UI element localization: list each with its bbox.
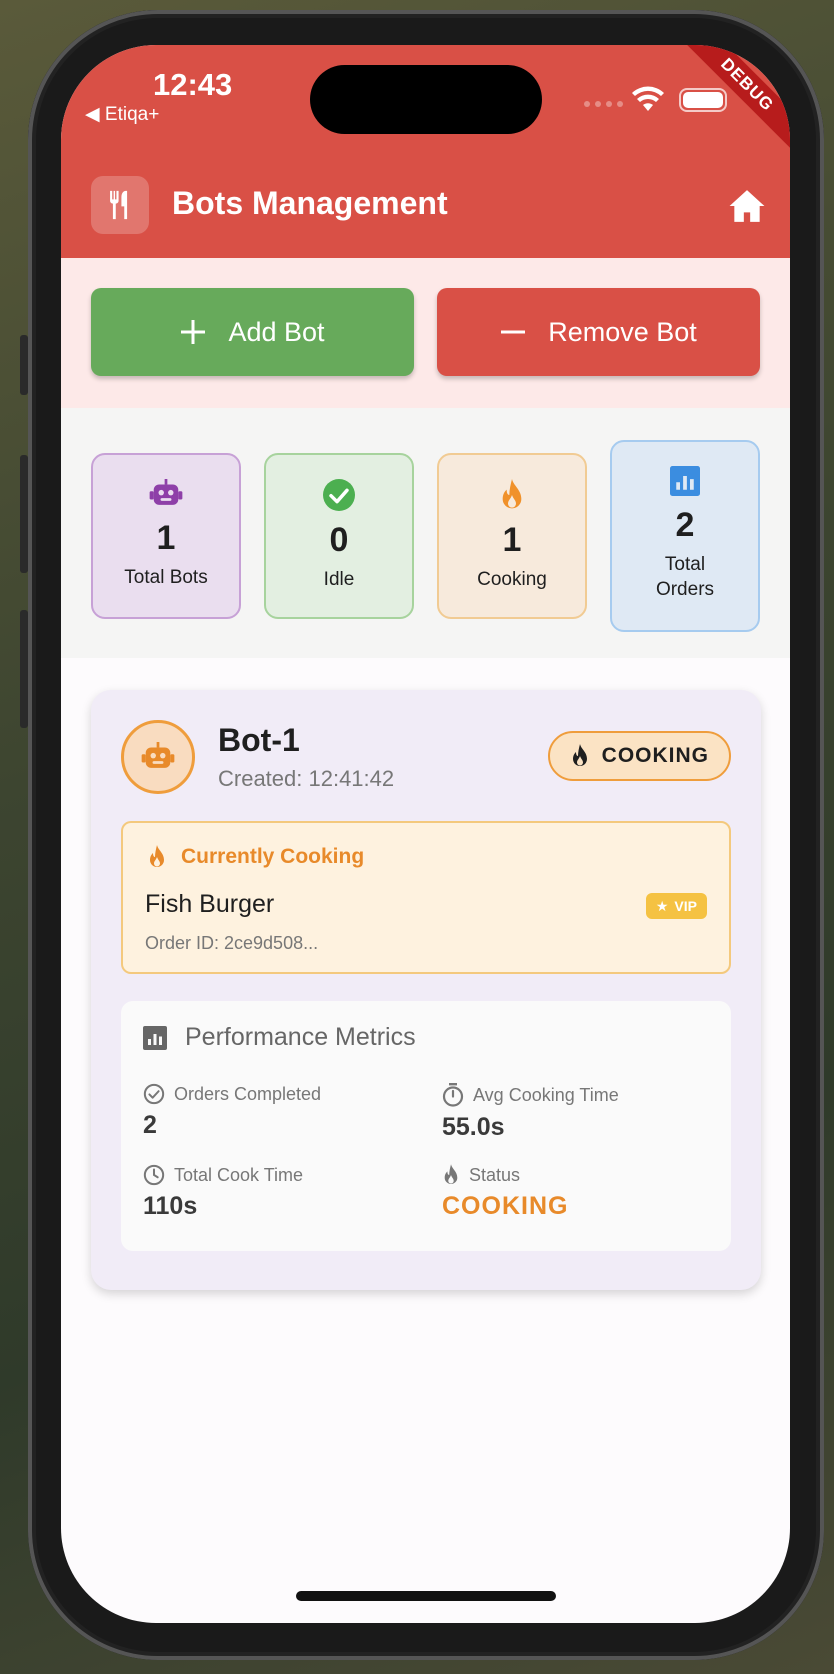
status-time: 12:43 bbox=[153, 67, 233, 102]
bot-created-time: Created: 12:41:42 bbox=[218, 766, 395, 791]
vip-badge-text: VIP bbox=[674, 898, 697, 914]
stat-label: Cooking bbox=[477, 569, 547, 590]
phone-side-button bbox=[20, 335, 28, 395]
stats-summary: 1 Total Bots 0 Idle 1 Cooking 2 Total Or… bbox=[61, 408, 790, 658]
metric-label: Avg Cooking Time bbox=[473, 1084, 619, 1105]
add-bot-button[interactable]: Add Bot bbox=[91, 288, 414, 376]
performance-metrics-panel: Performance Metrics Orders Completed 2 A… bbox=[121, 1001, 731, 1251]
metrics-heading-text: Performance Metrics bbox=[185, 1023, 416, 1051]
metric-avg-cooking-time: Avg Cooking Time 55.0s bbox=[442, 1083, 619, 1142]
fire-icon bbox=[444, 1164, 458, 1184]
stat-idle: 0 Idle bbox=[264, 453, 414, 619]
star-icon: ★ bbox=[655, 897, 669, 914]
stat-value: 2 bbox=[675, 506, 695, 544]
action-bar: Add Bot Remove Bot bbox=[61, 258, 790, 408]
stat-value: 1 bbox=[502, 521, 522, 559]
page-title: Bots Management bbox=[172, 185, 448, 221]
robot-icon bbox=[149, 479, 183, 505]
metric-value: COOKING bbox=[442, 1192, 569, 1220]
phone-volume-up bbox=[20, 455, 28, 573]
metric-orders-completed: Orders Completed 2 bbox=[143, 1083, 321, 1140]
stat-value: 1 bbox=[156, 519, 176, 557]
stat-cooking: 1 Cooking bbox=[437, 453, 587, 619]
metric-status: Status COOKING bbox=[442, 1164, 568, 1221]
back-to-app-link[interactable]: ◀ Etiqa+ bbox=[85, 103, 159, 126]
bot-avatar bbox=[121, 720, 195, 794]
metric-value: 2 bbox=[143, 1111, 157, 1139]
stat-label: Idle bbox=[323, 569, 355, 590]
home-icon[interactable] bbox=[728, 188, 766, 224]
current-order-heading-text: Currently Cooking bbox=[181, 845, 365, 868]
remove-bot-label: Remove Bot bbox=[548, 316, 697, 347]
check-circle-outline-icon bbox=[143, 1083, 165, 1105]
stat-total-bots: 1 Total Bots bbox=[91, 453, 241, 619]
bot-status-badge: COOKING bbox=[547, 731, 731, 781]
minus-icon bbox=[501, 330, 526, 334]
stat-label: Total Bots bbox=[124, 567, 208, 588]
battery-icon bbox=[679, 88, 727, 112]
metrics-heading: Performance Metrics bbox=[143, 1023, 416, 1052]
fire-icon bbox=[502, 479, 522, 509]
vip-badge: ★ VIP bbox=[645, 893, 707, 919]
plus-icon bbox=[181, 320, 206, 344]
signal-icon bbox=[584, 101, 623, 107]
metric-label: Orders Completed bbox=[174, 1083, 322, 1104]
metric-value: 55.0s bbox=[442, 1113, 505, 1141]
current-order-id: Order ID: 2ce9d508... bbox=[145, 933, 319, 953]
metric-value: 110s bbox=[143, 1192, 198, 1220]
add-bot-label: Add Bot bbox=[228, 316, 325, 347]
app-header: 12:43 ◀ Etiqa+ DEBUG Bots Management bbox=[61, 45, 790, 258]
analytics-icon bbox=[143, 1025, 167, 1050]
current-order-heading: Currently Cooking bbox=[147, 845, 364, 869]
app-screen: 12:43 ◀ Etiqa+ DEBUG Bots Management Add… bbox=[61, 45, 790, 1623]
bar-chart-icon bbox=[670, 466, 700, 496]
remove-bot-button[interactable]: Remove Bot bbox=[437, 288, 760, 376]
utensils-icon bbox=[91, 176, 149, 234]
metric-label: Status bbox=[469, 1164, 521, 1185]
stat-total-orders: 2 Total Orders bbox=[610, 440, 760, 632]
current-order-panel: Currently Cooking Fish Burger Order ID: … bbox=[121, 821, 731, 974]
check-circle-icon bbox=[323, 479, 355, 511]
metric-label: Total Cook Time bbox=[174, 1164, 304, 1185]
stat-label: Total Orders bbox=[655, 554, 715, 600]
timer-icon bbox=[442, 1083, 464, 1107]
current-order-item: Fish Burger bbox=[145, 890, 275, 918]
dynamic-island bbox=[310, 65, 542, 134]
bot-status-text: COOKING bbox=[601, 744, 709, 767]
metric-total-cook-time: Total Cook Time 110s bbox=[143, 1164, 303, 1221]
phone-volume-down bbox=[20, 610, 28, 728]
bot-card[interactable]: Bot-1 Created: 12:41:42 COOKING Currentl… bbox=[91, 690, 761, 1290]
home-indicator[interactable] bbox=[296, 1591, 556, 1601]
stat-value: 0 bbox=[329, 521, 349, 559]
clock-icon bbox=[143, 1164, 165, 1186]
robot-icon bbox=[141, 742, 175, 768]
fire-icon bbox=[572, 744, 587, 766]
fire-icon bbox=[150, 845, 164, 867]
bot-name: Bot-1 bbox=[218, 722, 300, 758]
wifi-icon bbox=[632, 86, 664, 111]
